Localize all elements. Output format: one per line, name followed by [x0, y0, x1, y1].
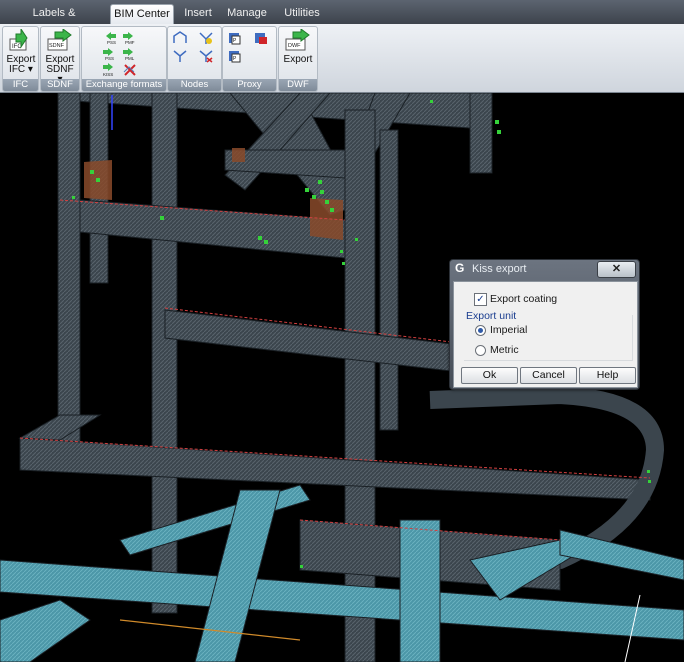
svg-text:PSS: PSS	[105, 56, 114, 61]
cancel-button[interactable]: Cancel	[520, 367, 577, 384]
svg-text:KISS: KISS	[103, 72, 113, 77]
panel-dwf-title: DWF	[279, 79, 317, 91]
help-button[interactable]: Help	[579, 367, 636, 384]
export-pss-button[interactable]: PSS	[102, 47, 118, 61]
tab-insert[interactable]: Insert	[178, 4, 218, 23]
export-dwf-icon: DWF	[285, 28, 311, 53]
export-ifc-button[interactable]: IFC Export IFC ▾	[5, 27, 37, 75]
node-frame-button[interactable]	[172, 31, 188, 45]
node-red-button[interactable]	[198, 49, 214, 63]
export-coating-checkbox[interactable]: ✓	[474, 293, 487, 306]
node-yellow-icon	[199, 32, 213, 44]
panel-nodes-title: Nodes	[168, 79, 221, 91]
proxy-button-2[interactable]	[253, 31, 269, 45]
app-logo-icon: G	[455, 261, 465, 275]
export-pml-button[interactable]: PML	[122, 47, 138, 61]
node-yellow-button[interactable]	[198, 31, 214, 45]
tab-labels-dimensions[interactable]: Labels & Dimensions	[4, 4, 104, 38]
pss-import-icon: PSS	[106, 32, 116, 45]
metric-radio[interactable]	[475, 345, 486, 356]
proxy-button-1[interactable]: P	[227, 31, 243, 45]
ribbon: IFC Export IFC ▾ IFC SDNF Export SDNF ▾ …	[0, 24, 684, 93]
imperial-radio[interactable]	[475, 325, 486, 336]
panel-nodes: Nodes	[167, 26, 222, 92]
proxy-icon: P	[229, 33, 241, 45]
ok-button[interactable]: Ok	[461, 367, 518, 384]
pmf-export-icon: PMF	[123, 32, 135, 45]
node-y-button[interactable]	[172, 49, 188, 63]
pss-export-icon: PSS	[103, 48, 114, 61]
dialog-body: ✓ Export coating Export unit Imperial Me…	[453, 281, 638, 388]
panel-dwf: DWF Export DWF	[278, 26, 318, 92]
export-pmf-button[interactable]: PMF	[122, 31, 138, 45]
export-sdnf-button[interactable]: SDNF Export SDNF ▾	[44, 28, 76, 85]
ribbon-tab-bar: Labels & Dimensions BIM Center Insert Ma…	[0, 0, 684, 38]
export-coating-label: Export coating	[490, 293, 558, 305]
import-pss-button[interactable]: PSS	[102, 31, 118, 45]
node-red-icon	[199, 50, 213, 63]
svg-text:PML: PML	[125, 56, 135, 61]
remove-link-button[interactable]	[122, 63, 138, 77]
tab-bim-center[interactable]: BIM Center	[110, 4, 174, 25]
svg-text:PSS: PSS	[107, 40, 116, 45]
export-ifc-sublabel: IFC ▾	[9, 64, 33, 75]
node-frame-icon	[173, 31, 187, 43]
proxy-red-icon	[255, 33, 267, 44]
proxy-explode-icon: P	[229, 51, 241, 63]
pml-export-icon: PML	[123, 48, 135, 61]
panel-exchange-formats: PSS PMF PSS PML KISS Exchange formats	[81, 26, 167, 92]
node-y-icon	[173, 50, 187, 62]
panel-sdnf-title: SDNF	[41, 79, 79, 91]
panel-exchange-formats-title: Exchange formats	[82, 79, 166, 91]
tab-utilities[interactable]: Utilities	[278, 4, 326, 23]
export-dwf-label: Export	[283, 54, 313, 65]
svg-text:DWF: DWF	[288, 43, 301, 49]
export-sdnf-icon: SDNF	[47, 28, 73, 53]
export-dwf-button[interactable]: DWF Export	[282, 28, 314, 65]
proxy-button-3[interactable]: P	[227, 49, 243, 63]
close-button[interactable]: ✕	[597, 261, 636, 278]
panel-proxy: P P Proxy	[222, 26, 277, 92]
kiss-export-dialog: G Kiss export ✕ ✓ Export coating Export …	[449, 259, 640, 390]
imperial-label: Imperial	[490, 324, 528, 336]
panel-ifc-title: IFC	[3, 79, 38, 91]
panel-sdnf: SDNF Export SDNF ▾ SDNF	[40, 26, 80, 92]
tab-manage[interactable]: Manage	[224, 4, 270, 23]
kiss-export-icon: KISS	[103, 63, 113, 77]
export-ifc-icon: IFC	[8, 27, 34, 53]
delete-cross-icon	[123, 64, 136, 76]
panel-ifc: IFC Export IFC ▾ IFC	[2, 26, 39, 92]
panel-proxy-title: Proxy	[223, 79, 276, 91]
export-kiss-button[interactable]: KISS	[102, 63, 118, 77]
svg-text:SDNF: SDNF	[49, 43, 65, 49]
svg-text:PMF: PMF	[125, 40, 135, 45]
metric-label: Metric	[490, 344, 519, 356]
dialog-title: Kiss export	[472, 263, 527, 275]
